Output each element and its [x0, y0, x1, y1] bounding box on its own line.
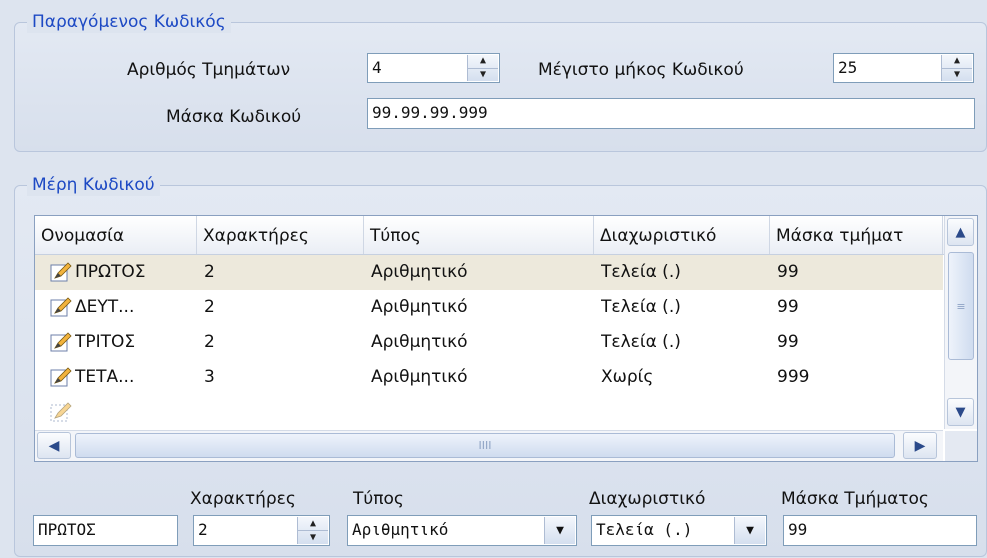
segments-value: 4 — [372, 58, 382, 77]
editor-mask-label: Μάσκα Τμήματος — [781, 489, 929, 509]
table-row[interactable]: ΔΕΥΤ... 2 Αριθμητικό Τελεία (.) 99 — [35, 290, 943, 325]
vertical-scroll-thumb[interactable]: ≡ — [948, 252, 974, 360]
cell-mask: 99 — [777, 262, 799, 282]
spin-down-icon[interactable]: ▼ — [942, 67, 972, 82]
segments-label: Αριθμός Τμημάτων — [127, 60, 291, 80]
editor-type-label: Τύπος — [353, 489, 404, 509]
scroll-down-icon[interactable]: ▼ — [947, 398, 974, 426]
cell-type: Αριθμητικό — [371, 297, 468, 317]
cell-chars: 2 — [204, 262, 215, 282]
cell-name: ΠΡΩΤΟΣ — [75, 262, 146, 282]
vertical-scrollbar[interactable]: ▲ ≡ ▼ — [944, 216, 977, 429]
cell-chars: 2 — [204, 297, 215, 317]
cell-name: ΔΕΥΤ... — [75, 297, 135, 317]
column-header-mask[interactable]: Μάσκα τμήματ — [770, 216, 943, 254]
editor-chars-spin-buttons[interactable]: ▲ ▼ — [297, 517, 328, 544]
cell-mask: 999 — [777, 367, 810, 387]
scroll-left-icon[interactable]: ◀ — [37, 432, 71, 459]
code-parts-legend: Μέρη Κωδικού — [27, 174, 160, 196]
table-row[interactable]: ΤΡΙΤΟΣ 2 Αριθμητικό Τελεία (.) 99 — [35, 325, 943, 360]
new-row[interactable] — [35, 395, 943, 425]
code-parts-grid: Ονομασία Χαρακτήρες Τύπος Διαχωριστικό Μ… — [34, 215, 978, 462]
editor-separator-label: Διαχωριστικό — [589, 489, 706, 509]
editor-separator-select[interactable]: Τελεία (.) ▼ — [591, 515, 767, 546]
spin-up-icon[interactable]: ▲ — [942, 55, 972, 68]
spin-down-icon[interactable]: ▼ — [468, 67, 498, 82]
cell-name: ΤΕΤΑ... — [75, 367, 135, 387]
cell-type: Αριθμητικό — [371, 262, 468, 282]
editor-separator-value: Τελεία (.) — [596, 520, 693, 539]
editor-chars-spinner[interactable]: 2 ▲ ▼ — [193, 515, 330, 546]
horizontal-scroll-thumb[interactable]: IIII — [75, 433, 895, 458]
chevron-down-icon[interactable]: ▼ — [544, 517, 575, 544]
scroll-up-icon[interactable]: ▲ — [947, 218, 974, 246]
cell-type: Αριθμητικό — [371, 332, 468, 352]
cell-mask: 99 — [777, 297, 799, 317]
max-length-label: Μέγιστο μήκος Κωδικού — [538, 60, 744, 80]
cell-chars: 2 — [204, 332, 215, 352]
column-header-separator[interactable]: Διαχωριστικό — [594, 216, 770, 254]
mask-input[interactable]: 99.99.99.999 — [367, 98, 975, 129]
cell-chars: 3 — [204, 367, 215, 387]
segments-spin-buttons[interactable]: ▲ ▼ — [467, 55, 498, 81]
editor-mask-input[interactable]: 99 — [783, 515, 977, 546]
scroll-right-icon[interactable]: ▶ — [903, 432, 937, 459]
chevron-down-icon[interactable]: ▼ — [734, 517, 765, 544]
max-length-spin-buttons[interactable]: ▲ ▼ — [941, 55, 972, 81]
spin-up-icon[interactable]: ▲ — [468, 55, 498, 68]
cell-mask: 99 — [777, 332, 799, 352]
cell-separator: Τελεία (.) — [601, 297, 681, 317]
spin-down-icon[interactable]: ▼ — [298, 530, 328, 544]
cell-separator: Τελεία (.) — [601, 332, 681, 352]
editor-type-select[interactable]: Αριθμητικό ▼ — [347, 515, 577, 546]
editor-name-input[interactable]: ΠΡΩΤΟΣ — [33, 515, 178, 546]
edit-pencil-icon — [50, 297, 72, 317]
table-row[interactable]: ΤΕΤΑ... 3 Αριθμητικό Χωρίς 999 — [35, 360, 943, 395]
cell-type: Αριθμητικό — [371, 367, 468, 387]
column-header-name[interactable]: Ονομασία — [35, 216, 197, 254]
editor-type-value: Αριθμητικό — [352, 520, 449, 539]
spin-up-icon[interactable]: ▲ — [298, 517, 328, 530]
max-length-spinner[interactable]: 25 ▲ ▼ — [833, 53, 974, 83]
editor-chars-value: 2 — [198, 520, 208, 539]
generated-code-group: Παραγόμενος Κωδικός — [14, 11, 987, 152]
column-header-type[interactable]: Τύπος — [364, 216, 594, 254]
cell-separator: Χωρίς — [601, 367, 654, 387]
segments-spinner[interactable]: 4 ▲ ▼ — [367, 53, 500, 83]
cell-separator: Τελεία (.) — [601, 262, 681, 282]
cell-name: ΤΡΙΤΟΣ — [75, 332, 136, 352]
max-length-value: 25 — [838, 58, 858, 77]
mask-label: Μάσκα Κωδικού — [166, 107, 302, 127]
table-row[interactable]: ΠΡΩΤΟΣ 2 Αριθμητικό Τελεία (.) 99 — [35, 255, 943, 290]
generated-code-legend: Παραγόμενος Κωδικός — [27, 11, 231, 33]
new-row-pencil-icon — [50, 402, 72, 422]
scroll-corner — [945, 431, 977, 461]
edit-pencil-icon — [50, 262, 72, 282]
edit-pencil-icon — [50, 367, 72, 387]
grid-header: Ονομασία Χαρακτήρες Τύπος Διαχωριστικό Μ… — [35, 216, 977, 255]
horizontal-scrollbar[interactable]: ◀ IIII ▶ — [35, 430, 943, 461]
editor-chars-label: Χαρακτήρες — [190, 489, 296, 509]
edit-pencil-icon — [50, 332, 72, 352]
column-header-chars[interactable]: Χαρακτήρες — [197, 216, 364, 254]
